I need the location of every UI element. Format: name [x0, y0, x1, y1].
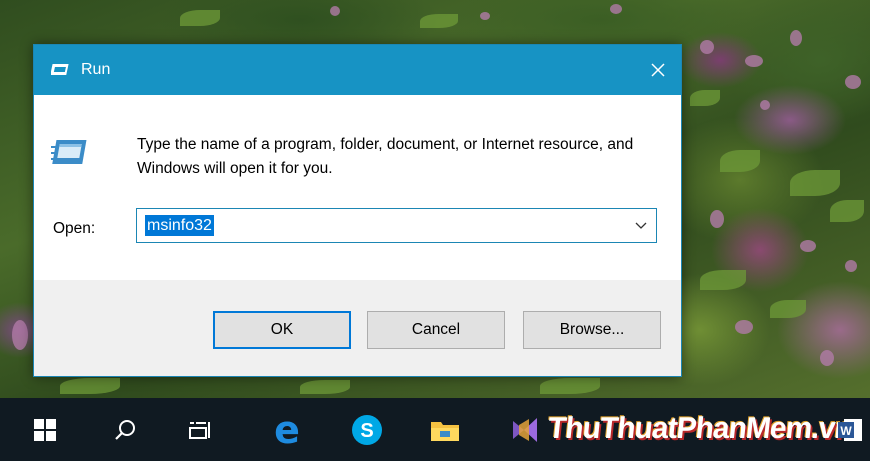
task-view-icon: [189, 421, 210, 439]
close-button[interactable]: [635, 45, 681, 95]
title-bar[interactable]: Run: [34, 45, 681, 95]
word-icon: W: [838, 418, 862, 441]
svg-text:W: W: [840, 424, 852, 438]
dialog-content: Type the name of a program, folder, docu…: [34, 95, 681, 280]
run-program-icon: [51, 137, 91, 171]
browse-button[interactable]: Browse...: [523, 311, 661, 349]
open-combobox[interactable]: msinfo32: [136, 208, 657, 243]
chevron-down-icon[interactable]: [634, 220, 648, 230]
skype-button[interactable]: S: [342, 398, 392, 461]
watermark-logo: ThuThuatPhanMem.vn: [546, 412, 854, 445]
dialog-title: Run: [81, 61, 111, 78]
search-icon: [115, 419, 135, 440]
open-label: Open:: [53, 220, 96, 237]
visual-studio-icon: [513, 417, 537, 442]
skype-icon: S: [352, 414, 382, 445]
file-explorer-icon: [431, 421, 459, 441]
open-input[interactable]: msinfo32: [145, 215, 214, 236]
edge-button[interactable]: e: [262, 398, 312, 461]
start-button[interactable]: [20, 398, 70, 461]
instruction-text: Type the name of a program, folder, docu…: [137, 136, 634, 177]
taskbar: e S ThuThuatPhanMem.vn W: [0, 398, 870, 461]
run-icon: [50, 62, 71, 78]
cancel-button[interactable]: Cancel: [367, 311, 505, 349]
windows-start-icon: [34, 418, 56, 441]
file-explorer-button[interactable]: [420, 398, 470, 461]
visual-studio-button[interactable]: [505, 398, 545, 461]
svg-text:S: S: [360, 420, 373, 442]
close-icon: [651, 63, 665, 77]
ok-button[interactable]: OK: [213, 311, 351, 349]
run-dialog: Run Type the name of a program, folder, …: [33, 44, 682, 377]
task-view-button[interactable]: [175, 398, 225, 461]
word-button[interactable]: W: [832, 398, 868, 461]
edge-icon: e: [274, 407, 300, 452]
search-button[interactable]: [100, 398, 150, 461]
